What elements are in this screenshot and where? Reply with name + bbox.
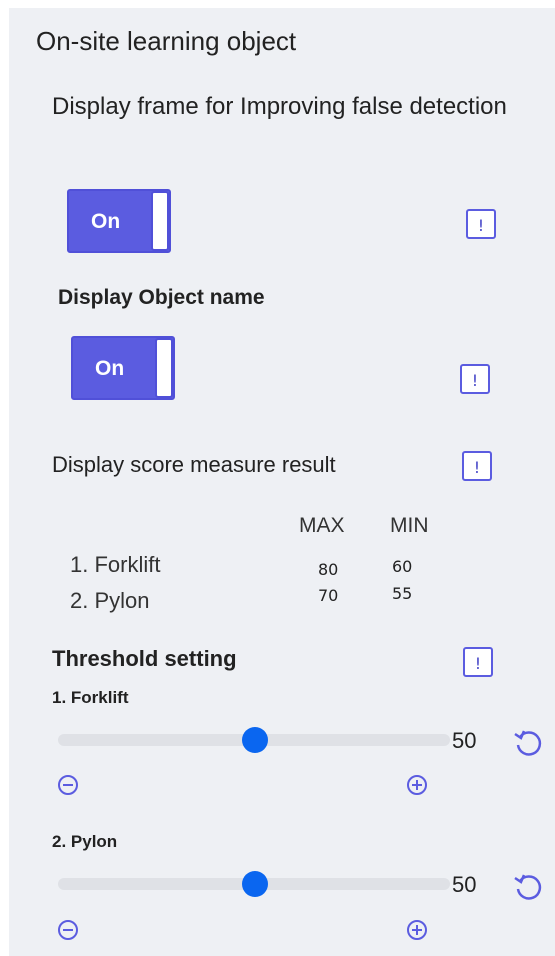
score-row-max: 80	[318, 560, 339, 579]
pylon-slider-value: 50	[452, 872, 477, 897]
score-row-name: 1. Forklift	[70, 552, 161, 577]
minus-icon[interactable]	[58, 775, 78, 795]
toggle-knob	[155, 338, 173, 398]
column-header-max: MAX	[299, 514, 345, 537]
slider-label-forklift: 1. Forklift	[52, 688, 129, 707]
reset-icon[interactable]	[513, 728, 543, 758]
info-icon[interactable]: !	[462, 451, 492, 481]
object-name-heading: Display Object name	[58, 286, 265, 309]
score-row-min: 60	[392, 557, 413, 576]
score-row-name: 2. Pylon	[70, 588, 150, 613]
plus-icon[interactable]	[407, 775, 427, 795]
toggle-label: On	[95, 357, 125, 380]
minus-icon[interactable]	[58, 920, 78, 940]
object-name-toggle[interactable]: On	[71, 336, 175, 400]
false-detection-toggle[interactable]: On	[67, 189, 171, 253]
forklift-slider-thumb[interactable]	[242, 727, 268, 753]
info-icon[interactable]: !	[466, 209, 496, 239]
pylon-slider-thumb[interactable]	[242, 871, 268, 897]
slider-label-pylon: 2. Pylon	[52, 832, 118, 851]
info-icon[interactable]: !	[460, 364, 490, 394]
forklift-slider-value: 50	[452, 728, 477, 753]
score-row-max: 70	[318, 586, 339, 605]
toggle-knob	[151, 191, 169, 251]
score-row-min: 55	[392, 584, 413, 603]
info-icon[interactable]: !	[463, 647, 493, 677]
settings-panel	[9, 8, 555, 956]
false-detection-heading: Display frame for Improving false detect…	[52, 93, 507, 120]
reset-icon[interactable]	[513, 872, 543, 902]
threshold-heading: Threshold setting	[52, 646, 237, 671]
plus-icon[interactable]	[407, 920, 427, 940]
column-header-min: MIN	[390, 514, 429, 537]
toggle-label: On	[91, 210, 121, 233]
score-heading: Display score measure result	[52, 452, 336, 477]
panel-title: On-site learning object	[36, 26, 297, 56]
